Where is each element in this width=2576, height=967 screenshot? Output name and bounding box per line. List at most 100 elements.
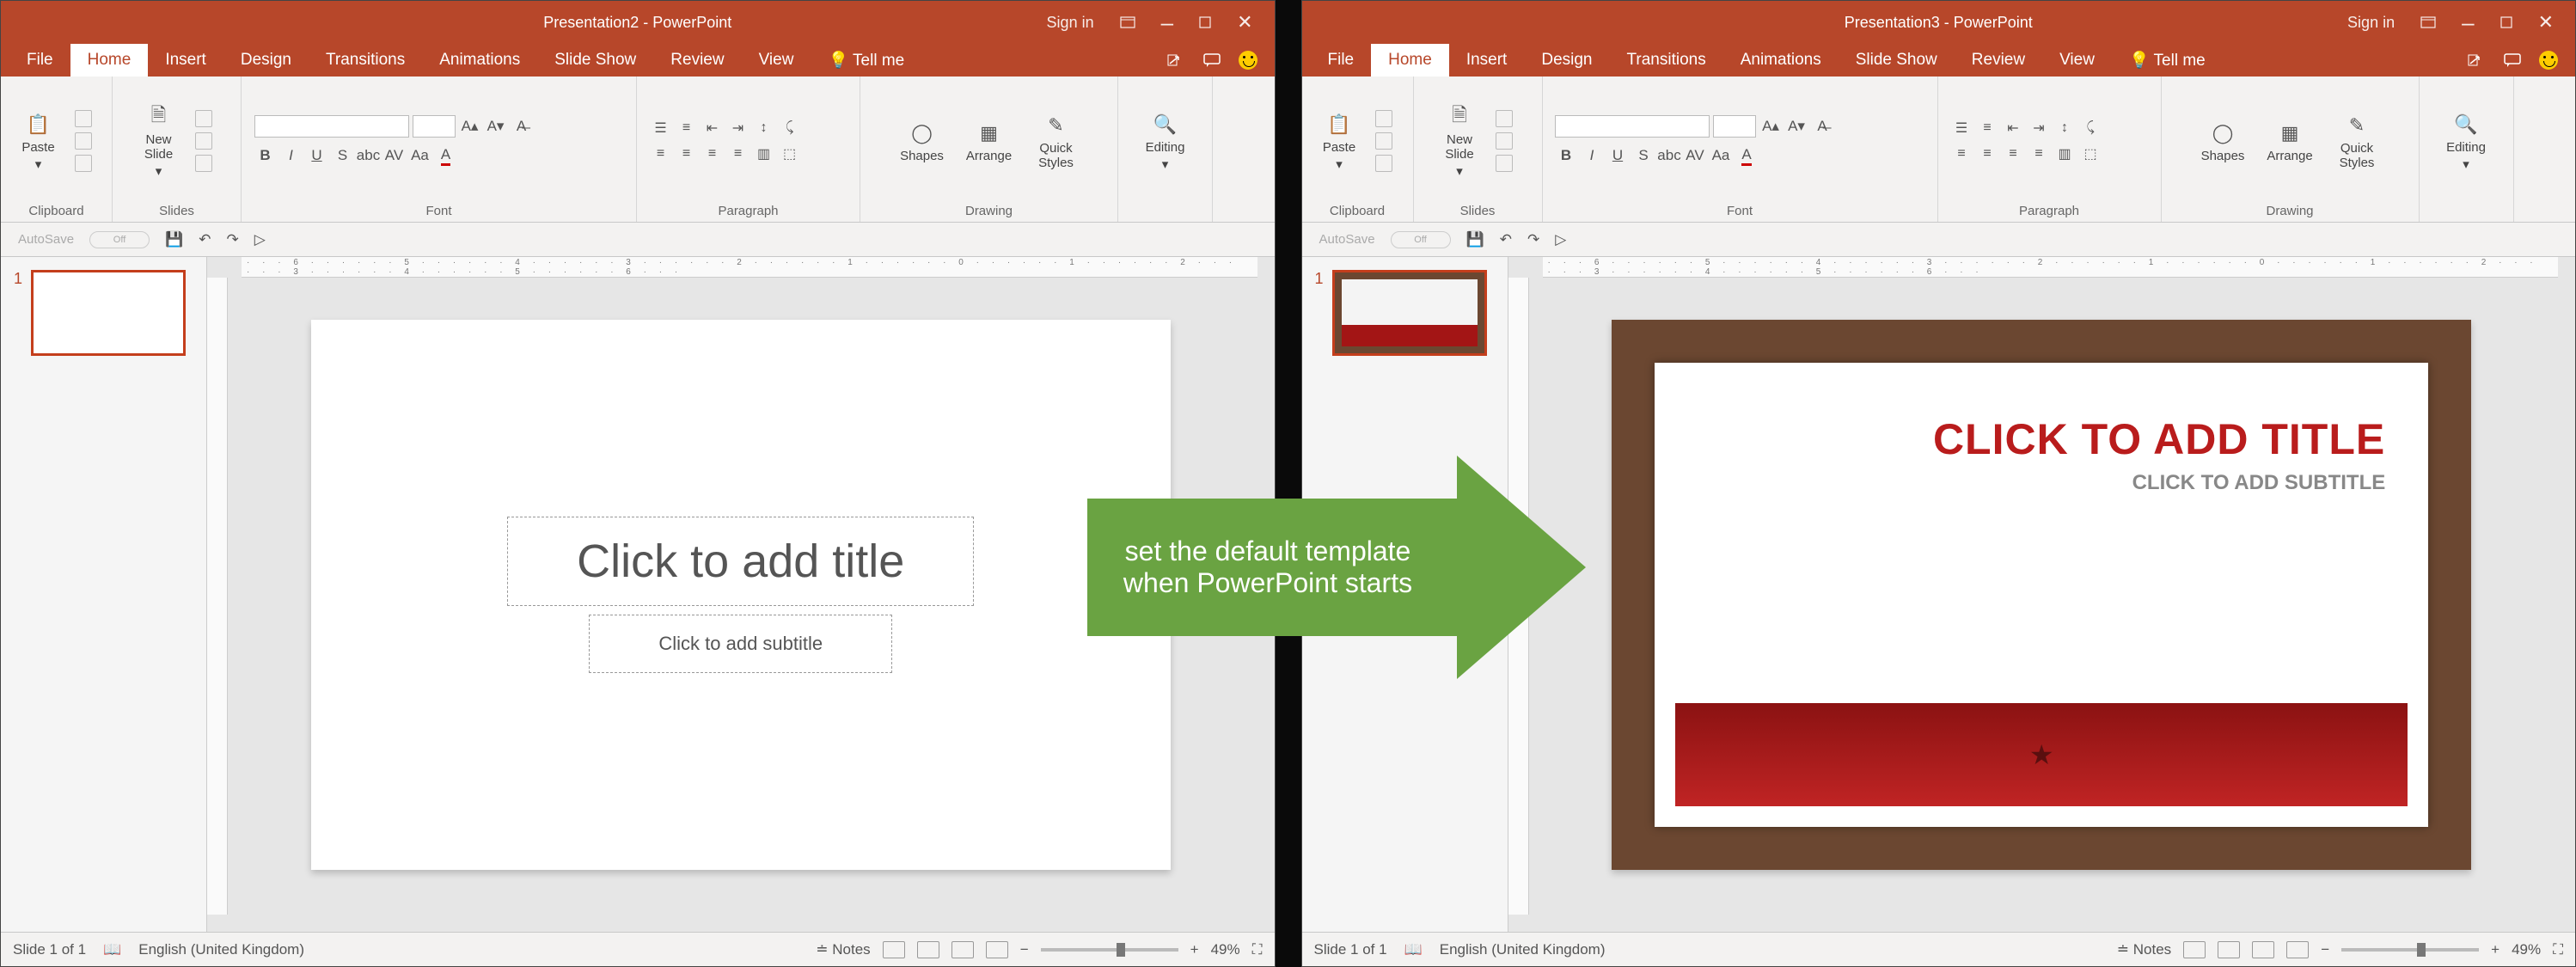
tab-transitions[interactable]: Transitions xyxy=(309,44,422,77)
save-icon[interactable]: 💾 xyxy=(1466,231,1484,248)
tab-design[interactable]: Design xyxy=(1524,44,1609,77)
tab-animations[interactable]: Animations xyxy=(1723,44,1839,77)
editing-button[interactable]: 🔍Editing▾ xyxy=(1135,111,1196,172)
tellme[interactable]: 💡 Tell me xyxy=(2112,43,2223,77)
copy-icon[interactable] xyxy=(75,132,92,150)
shapes-button[interactable]: ◯Shapes xyxy=(891,119,953,163)
change-case-button[interactable]: Aa xyxy=(409,144,431,167)
zoom-level[interactable]: 49% xyxy=(1211,941,1240,958)
bold-button[interactable]: B xyxy=(254,144,277,167)
maximize-icon[interactable] xyxy=(1199,16,1211,28)
tab-review[interactable]: Review xyxy=(1955,44,2042,77)
new-slide-button[interactable]: 🗎 New Slide▾ xyxy=(128,103,190,179)
align-center-button[interactable]: ≡ xyxy=(676,144,698,163)
share-icon[interactable] xyxy=(2467,52,2486,69)
share-icon[interactable] xyxy=(1166,52,1185,69)
zoom-in-icon[interactable]: + xyxy=(2491,941,2500,958)
language-label[interactable]: English (United Kingdom) xyxy=(138,941,304,958)
slide[interactable]: CLICK TO ADD TITLE CLICK TO ADD SUBTITLE… xyxy=(1612,320,2471,870)
fit-to-window-icon[interactable]: ⛶ xyxy=(1252,941,1263,958)
justify-button[interactable]: ≡ xyxy=(2028,144,2050,163)
tab-file[interactable]: File xyxy=(1311,44,1372,77)
tab-review[interactable]: Review xyxy=(653,44,741,77)
numbering-button[interactable]: ≡ xyxy=(676,119,698,138)
zoom-slider[interactable] xyxy=(2341,948,2479,952)
notes-button[interactable]: ≐ Notes xyxy=(816,941,870,958)
smartart-button[interactable]: ⬚ xyxy=(779,144,801,163)
justify-button[interactable]: ≡ xyxy=(727,144,750,163)
arrange-button[interactable]: ▦Arrange xyxy=(958,119,1020,163)
autosave-toggle[interactable]: Off xyxy=(89,231,150,248)
title-placeholder[interactable]: Click to add title xyxy=(507,517,974,606)
redo-icon[interactable]: ↷ xyxy=(1527,231,1539,248)
tab-file[interactable]: File xyxy=(9,44,70,77)
arrange-button[interactable]: ▦Arrange xyxy=(2259,119,2321,163)
tab-view[interactable]: View xyxy=(742,44,811,77)
paste-button[interactable]: 📋 Paste▾ xyxy=(8,111,70,172)
slideshow-view-icon[interactable] xyxy=(2286,941,2309,958)
decrease-indent-button[interactable]: ⇤ xyxy=(2002,119,2024,138)
section-icon[interactable] xyxy=(195,155,212,172)
redo-icon[interactable]: ↷ xyxy=(226,231,238,248)
layout-icon[interactable] xyxy=(1496,110,1513,127)
tab-insert[interactable]: Insert xyxy=(1449,44,1525,77)
quick-styles-button[interactable]: ✎Quick Styles xyxy=(1025,112,1087,170)
zoom-out-icon[interactable]: − xyxy=(2321,941,2329,958)
text-direction-button[interactable]: ⤹ xyxy=(779,119,801,138)
slide-thumbnail-1[interactable] xyxy=(31,270,186,356)
format-painter-icon[interactable] xyxy=(75,155,92,172)
comments-icon[interactable] xyxy=(2503,52,2522,69)
tab-home[interactable]: Home xyxy=(70,44,149,77)
tab-insert[interactable]: Insert xyxy=(148,44,223,77)
format-painter-icon[interactable] xyxy=(1375,155,1392,172)
zoom-level[interactable]: 49% xyxy=(2512,941,2541,958)
new-slide-button[interactable]: 🗎New Slide▾ xyxy=(1429,103,1490,179)
font-size-dropdown[interactable] xyxy=(1713,115,1756,138)
cut-icon[interactable] xyxy=(1375,110,1392,127)
close-icon[interactable]: ✕ xyxy=(1237,11,1252,34)
zoom-out-icon[interactable]: − xyxy=(1020,941,1029,958)
reset-icon[interactable] xyxy=(1496,132,1513,150)
paste-button[interactable]: 📋Paste▾ xyxy=(1308,111,1370,172)
ribbon-display-options-icon[interactable] xyxy=(2420,16,2436,28)
subtitle-placeholder[interactable]: Click to add subtitle xyxy=(589,615,892,673)
undo-icon[interactable]: ↶ xyxy=(1500,231,1512,248)
slide-thumbnail-1[interactable] xyxy=(1332,270,1487,356)
tab-view[interactable]: View xyxy=(2042,44,2112,77)
decrease-indent-button[interactable]: ⇤ xyxy=(701,119,724,138)
increase-font-icon[interactable]: A▴ xyxy=(1759,115,1782,138)
quick-styles-button[interactable]: ✎Quick Styles xyxy=(2326,112,2388,170)
autosave-toggle[interactable]: Off xyxy=(1391,231,1451,248)
font-family-dropdown[interactable] xyxy=(1555,115,1710,138)
layout-icon[interactable] xyxy=(195,110,212,127)
smiley-icon[interactable] xyxy=(1239,51,1257,70)
columns-button[interactable]: ▥ xyxy=(2053,144,2076,163)
italic-button[interactable]: I xyxy=(280,144,303,167)
spellcheck-icon[interactable]: 📖 xyxy=(103,941,121,958)
ribbon-display-options-icon[interactable] xyxy=(1120,16,1135,28)
decrease-font-icon[interactable]: A▾ xyxy=(1785,115,1808,138)
slide-sorter-icon[interactable] xyxy=(2218,941,2240,958)
line-spacing-button[interactable]: ↕ xyxy=(2053,119,2076,138)
clear-format-icon[interactable]: A̶ xyxy=(511,115,533,138)
align-left-button[interactable]: ≡ xyxy=(650,144,672,163)
smiley-icon[interactable] xyxy=(2539,51,2558,70)
increase-indent-button[interactable]: ⇥ xyxy=(2028,119,2050,138)
align-right-button[interactable]: ≡ xyxy=(2002,144,2024,163)
shadow-button[interactable]: S xyxy=(332,144,354,167)
signin-link[interactable]: Sign in xyxy=(1047,14,1094,32)
italic-button[interactable]: I xyxy=(1581,144,1603,167)
char-spacing-button[interactable]: AV xyxy=(1684,144,1706,167)
font-size-dropdown[interactable] xyxy=(413,115,456,138)
spellcheck-icon[interactable]: 📖 xyxy=(1404,941,1423,958)
close-icon[interactable]: ✕ xyxy=(2538,11,2554,34)
reading-view-icon[interactable] xyxy=(2252,941,2274,958)
reading-view-icon[interactable] xyxy=(951,941,974,958)
comments-icon[interactable] xyxy=(1202,52,1221,69)
underline-button[interactable]: U xyxy=(306,144,328,167)
line-spacing-button[interactable]: ↕ xyxy=(753,119,775,138)
align-center-button[interactable]: ≡ xyxy=(1976,144,1998,163)
reset-icon[interactable] xyxy=(195,132,212,150)
align-left-button[interactable]: ≡ xyxy=(1950,144,1973,163)
undo-icon[interactable]: ↶ xyxy=(199,231,211,248)
